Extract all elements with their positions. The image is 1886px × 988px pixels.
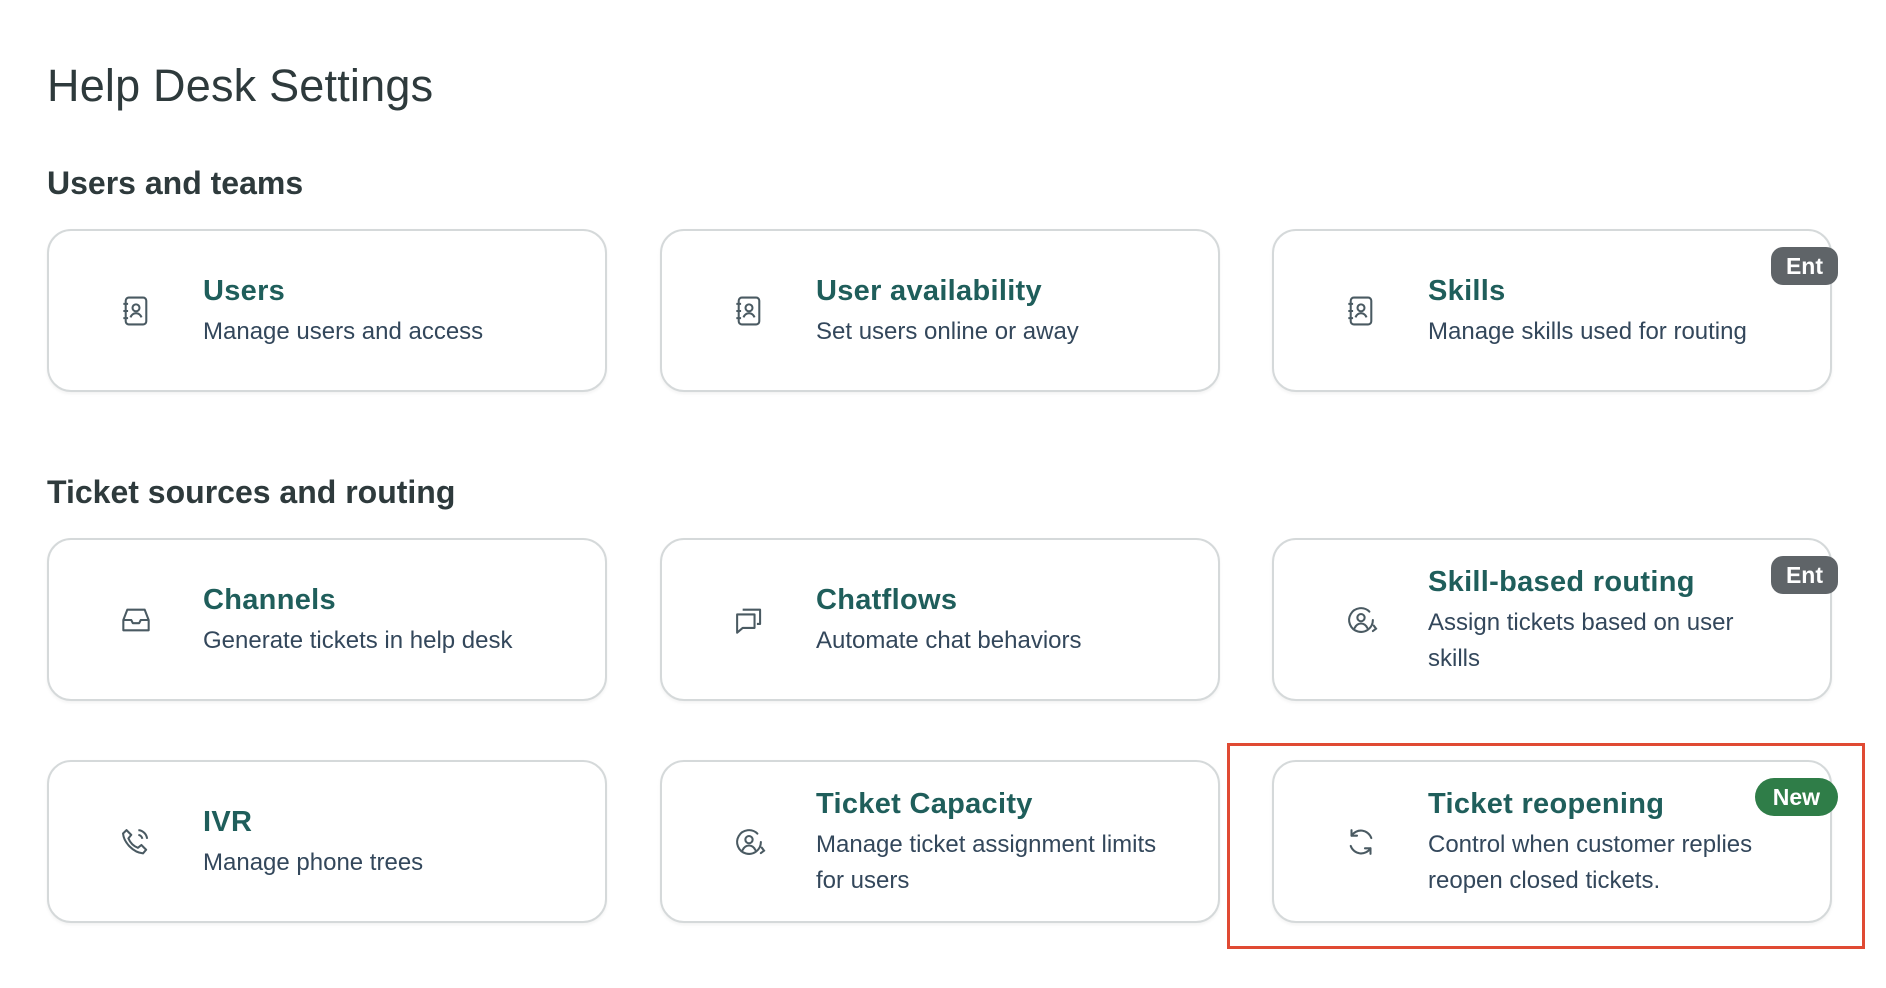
user-routing-icon [1342,601,1380,639]
new-badge: New [1754,778,1838,816]
section-title-users-and-teams: Users and teams [47,165,304,201]
chat-bubbles-icon [730,601,768,639]
contact-book-icon [1342,292,1380,330]
card-description: Manage ticket assignment limits for user… [816,830,1157,894]
card-title: Chatflows [816,583,958,616]
card-skills[interactable]: Skills Manage skills used for routing En… [1272,229,1838,392]
card-title: IVR [203,805,253,838]
section-title-ticket-sources-and-routing: Ticket sources and routing [47,474,456,510]
card-description: Generate tickets in help desk [203,626,513,654]
contact-book-icon [730,292,768,330]
card-users[interactable]: Users Manage users and access [47,229,607,392]
card-channels[interactable]: Channels Generate tickets in help desk [47,538,607,701]
enterprise-badge: Ent [1770,247,1838,285]
user-routing-icon [730,823,768,861]
enterprise-badge: Ent [1770,556,1838,594]
card-chatflows[interactable]: Chatflows Automate chat behaviors [660,538,1220,701]
card-user-availability[interactable]: User availability Set users online or aw… [660,229,1220,392]
refresh-icon [1342,823,1380,861]
page-title: Help Desk Settings [47,60,434,111]
card-ticket-capacity[interactable]: Ticket Capacity Manage ticket assignment… [660,760,1220,923]
card-description: Manage phone trees [203,848,424,876]
contact-book-icon [117,292,155,330]
card-title: Ticket reopening [1428,787,1665,820]
card-title: Ticket Capacity [816,787,1033,820]
card-title: Skills [1428,274,1506,307]
phone-icon [117,823,155,861]
card-description: Automate chat behaviors [816,626,1082,654]
card-description: Assign tickets based on user skills [1428,608,1734,672]
card-title: User availability [816,274,1042,307]
inbox-icon [117,601,155,639]
card-title: Skill-based routing [1428,565,1695,598]
card-description: Control when customer replies reopen clo… [1428,830,1753,894]
card-description: Manage users and access [203,317,484,345]
card-skill-based-routing[interactable]: Skill-based routing Assign tickets based… [1272,538,1838,701]
card-title: Users [203,274,286,307]
card-ivr[interactable]: IVR Manage phone trees [47,760,607,923]
help-desk-settings-page: Help Desk Settings Users and teams Users… [0,0,1886,988]
card-description: Set users online or away [816,317,1079,345]
card-description: Manage skills used for routing [1428,317,1747,345]
card-title: Channels [203,583,336,616]
card-ticket-reopening[interactable]: Ticket reopening Control when customer r… [1272,760,1838,923]
